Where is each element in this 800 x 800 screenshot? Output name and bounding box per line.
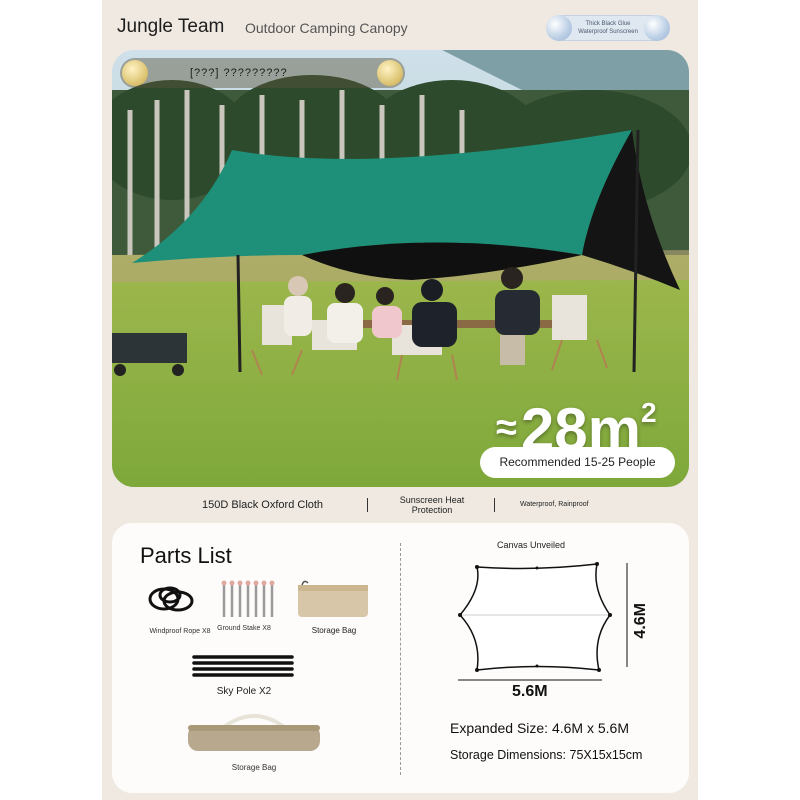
badge-bead-icon (546, 15, 572, 41)
section-divider (400, 543, 401, 775)
coin-icon (122, 60, 148, 86)
feature-fabric: 150D Black Oxford Cloth (202, 499, 324, 511)
feature-waterproof: Waterproof, Rainproof (520, 501, 589, 508)
coin-icon (377, 60, 403, 86)
canvas-width: 5.6M (512, 683, 548, 700)
header: Jungle Team Outdoor Camping Canopy Thick… (102, 0, 698, 52)
photo-banner-text: [???] ????????? (190, 67, 288, 79)
large-bag-caption: Storage Bag (231, 763, 277, 772)
area-superscript: 2 (640, 397, 657, 428)
parts-title: Parts List (140, 543, 232, 568)
product-subtitle: Outdoor Camping Canopy (245, 20, 408, 36)
rope-caption: Windproof Rope X8 (149, 628, 211, 635)
parts-panel: Parts List Windproof Rope X8 Ground Stak… (112, 523, 689, 793)
approx-symbol: ≈ (496, 407, 517, 449)
feature-strip: 150D Black Oxford Cloth Sunscreen Heat P… (102, 492, 698, 518)
feature-sunscreen: Sunscreen Heat Protection (399, 495, 465, 515)
sky-pole-icon (192, 655, 294, 677)
badge-text: Thick Black Glue Waterproof Sunscreen (578, 21, 638, 35)
recommend-pill: Recommended 15-25 People (480, 447, 675, 478)
feature-separator (494, 498, 495, 512)
feature-separator (367, 498, 368, 512)
feature-badge: Thick Black Glue Waterproof Sunscreen (546, 15, 670, 41)
ground-stake-icon (221, 580, 275, 617)
storage-bag-small-icon (298, 580, 368, 617)
canvas-height: 4.6M (632, 603, 649, 639)
badge-bead-icon (644, 15, 670, 41)
photo-banner: [???] ????????? (120, 58, 405, 88)
product-page: Jungle Team Outdoor Camping Canopy Thick… (102, 0, 698, 800)
canvas-title: Canvas Unveiled (497, 540, 566, 550)
small-bag-caption: Storage Bag (311, 626, 357, 635)
expanded-size: Expanded Size: 4.6M x 5.6M (450, 720, 629, 736)
rope-icon (148, 586, 194, 612)
product-photo: [???] ????????? ≈28m2 Recommended 15-25 … (112, 50, 689, 487)
sky-pole-caption: Sky Pole X2 (216, 686, 272, 697)
brand-name: Jungle Team (117, 16, 225, 37)
storage-dimensions: Storage Dimensions: 75X15x15cm (450, 748, 643, 762)
canvas-diagram (458, 562, 628, 681)
storage-bag-large-icon (188, 714, 320, 751)
stake-caption: Ground Stake X8 (217, 625, 271, 632)
